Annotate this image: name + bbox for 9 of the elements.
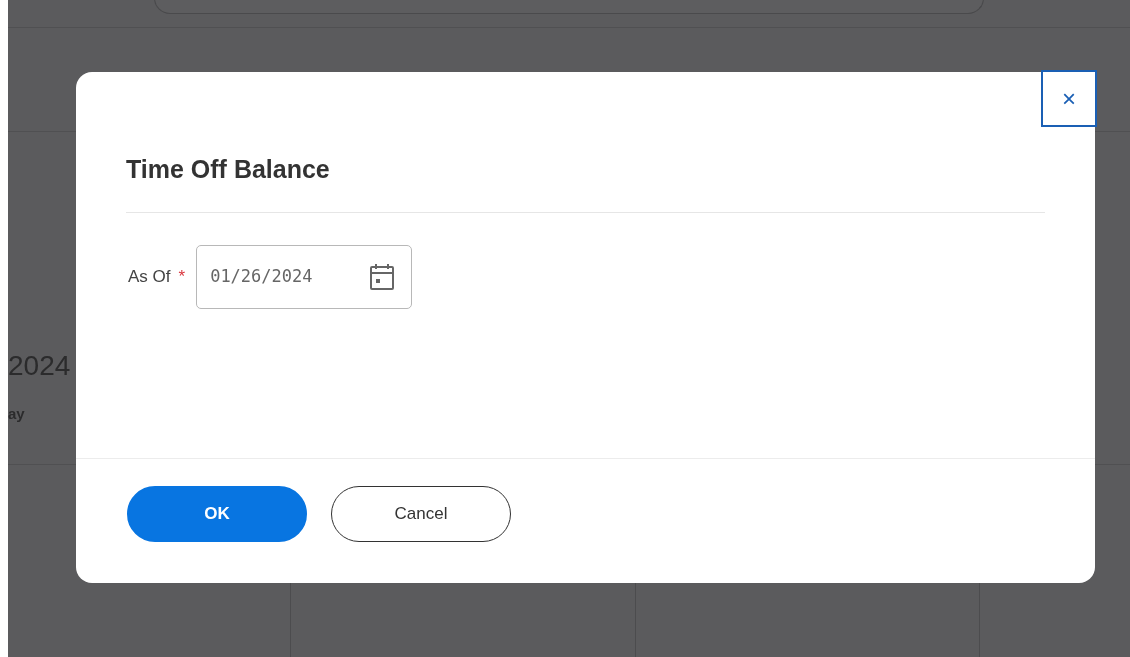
calendar-icon[interactable] (369, 263, 396, 291)
dialog-title: Time Off Balance (126, 157, 331, 182)
date-field[interactable]: 01/26/2024 (196, 245, 413, 309)
cancel-button[interactable]: Cancel (331, 486, 511, 542)
date-value: 01/26/2024 (210, 265, 313, 289)
field-label: As Of (128, 266, 171, 289)
close-button[interactable]: × (1041, 70, 1097, 127)
ok-button[interactable]: OK (127, 486, 307, 542)
required-asterisk: * (178, 266, 186, 289)
